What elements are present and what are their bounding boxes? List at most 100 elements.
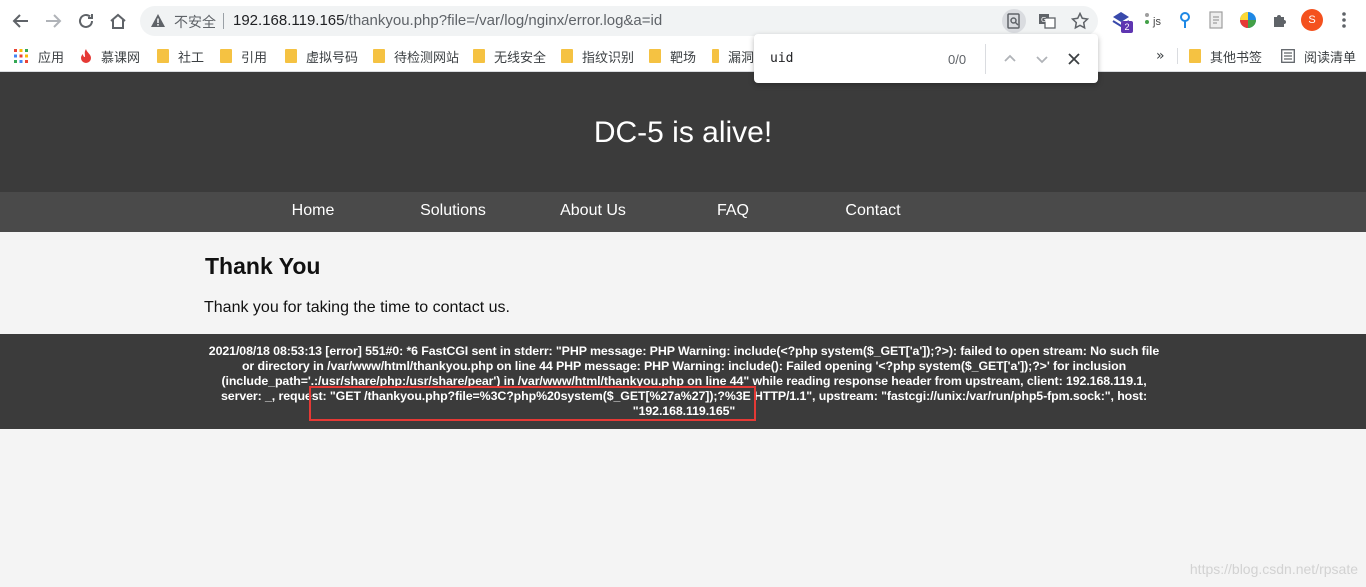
folder-icon (473, 49, 485, 63)
globe-extension-icon (1240, 12, 1256, 28)
browser-toolbar: 不安全 192.168.119.165/thankyou.php?file=/v… (0, 0, 1366, 40)
content-message: Thank you for taking the time to contact… (204, 299, 510, 316)
warning-icon (151, 14, 165, 27)
folder-icon (157, 49, 169, 63)
bookmark-label: 虚拟号码 (306, 50, 359, 66)
bookmark-folder-social[interactable]: 社工 (157, 45, 204, 67)
folder-icon (712, 49, 719, 63)
main-nav: Home Solutions About Us FAQ Contact (0, 192, 1366, 232)
svg-text:G: G (1041, 16, 1046, 24)
extension-button-1[interactable]: 2 (1110, 8, 1134, 33)
find-match-count: 0/0 (948, 52, 967, 67)
arrow-right-icon (46, 14, 62, 28)
find-input[interactable]: uid (770, 51, 793, 66)
content-heading: Thank You (205, 253, 321, 279)
translate-icon: G (1039, 14, 1056, 29)
extensions-button[interactable] (1268, 8, 1292, 32)
bookmark-folder-other[interactable]: 其他书签 (1189, 45, 1262, 67)
reading-list-icon (1281, 49, 1295, 63)
translate-button[interactable]: G (1035, 9, 1059, 33)
bookmark-folder-fingerprint[interactable]: 指纹识别 (561, 45, 634, 67)
extension-button-doc[interactable] (1204, 8, 1228, 32)
bookmark-folder-vuln[interactable]: 漏洞 (712, 45, 754, 67)
page-title: DC-5 is alive! (593, 116, 773, 149)
watermark-text: https://blog.csdn.net/rpsate (1189, 561, 1358, 577)
reload-icon (79, 13, 93, 28)
reading-list-button[interactable]: 阅读清单 (1281, 45, 1356, 67)
forward-button[interactable] (40, 8, 66, 34)
site-header: DC-5 is alive! (0, 72, 1366, 192)
bookmark-label: 应用 (38, 50, 65, 66)
chevron-up-icon (1004, 54, 1016, 62)
flame-icon (81, 49, 91, 63)
bookmarks-overflow-button[interactable]: » (1156, 45, 1165, 67)
bookmarks-bar: 应用 慕课网 社工 引用 虚拟号码 待检测网站 无线安全 指纹识别 靶场 漏洞 … (0, 40, 1366, 72)
js-extension-label: js (1153, 16, 1161, 28)
url-text[interactable]: 192.168.119.165/thankyou.php?file=/var/l… (233, 12, 662, 29)
back-button[interactable] (8, 8, 34, 34)
profile-avatar: S (1301, 9, 1323, 31)
reload-button[interactable] (73, 8, 99, 34)
insecure-label: 不安全 (174, 15, 216, 31)
document-icon (1209, 11, 1223, 29)
bookmark-label: 其他书签 (1210, 50, 1263, 66)
home-button[interactable] (105, 8, 131, 34)
folder-icon (561, 49, 573, 63)
bookmark-label: 待检测网站 (394, 50, 460, 66)
bookmark-folder-pending-sites[interactable]: 待检测网站 (373, 45, 459, 67)
nav-faq[interactable]: FAQ (663, 202, 803, 220)
star-icon (1071, 12, 1089, 30)
find-close-button[interactable] (1062, 47, 1086, 71)
profile-button[interactable]: S (1300, 8, 1324, 32)
nav-about-us[interactable]: About Us (523, 202, 663, 220)
bookmark-label: 社工 (178, 50, 205, 66)
folder-icon (649, 49, 661, 63)
bookmark-folder-range[interactable]: 靶场 (649, 45, 696, 67)
extension-badge: 2 (1121, 21, 1133, 33)
bookmark-label: 靶场 (670, 50, 697, 66)
bookmark-label: 阅读清单 (1304, 50, 1357, 66)
highlight-annotation-box (309, 386, 756, 421)
bookmark-mooc[interactable]: 慕课网 (80, 45, 140, 67)
folder-icon (285, 49, 297, 63)
dots-icon (1145, 13, 1149, 24)
apps-grid-icon (14, 49, 28, 63)
browser-menu-button[interactable] (1332, 8, 1356, 32)
bookmark-apps[interactable]: 应用 (14, 45, 64, 67)
overflow-chevron-icon: » (1156, 48, 1165, 64)
kebab-menu-icon (1342, 12, 1346, 28)
pin-icon (1180, 12, 1190, 28)
find-next-button[interactable] (1030, 47, 1054, 71)
bookmark-label: 引用 (241, 50, 268, 66)
home-icon (110, 13, 126, 29)
folder-icon (373, 49, 385, 63)
folder-icon (220, 49, 232, 63)
bookmark-folder-wireless[interactable]: 无线安全 (473, 45, 546, 67)
extension-button-pin[interactable] (1173, 8, 1197, 32)
url-path: /thankyou.php?file=/var/log/nginx/error.… (344, 12, 663, 29)
extension-button-js[interactable]: js (1142, 8, 1166, 32)
url-host: 192.168.119.165 (233, 12, 345, 29)
main-content: Thank You Thank you for taking the time … (0, 232, 1366, 334)
folder-icon (1189, 49, 1201, 63)
nav-home[interactable]: Home (243, 202, 383, 220)
bookmark-label: 慕课网 (101, 50, 141, 66)
find-bar: uid 0/0 (754, 34, 1098, 83)
puzzle-icon (1274, 15, 1286, 27)
find-in-page-button[interactable] (1002, 9, 1026, 33)
address-bar[interactable]: 不安全 192.168.119.165/thankyou.php?file=/v… (140, 6, 1098, 36)
bookmark-folder-reference[interactable]: 引用 (220, 45, 267, 67)
bookmark-folder-virtual-number[interactable]: 虚拟号码 (285, 45, 358, 67)
nav-solutions[interactable]: Solutions (383, 202, 523, 220)
bookmarks-divider (1177, 48, 1178, 64)
bookmark-label: 无线安全 (494, 50, 547, 66)
bookmark-label: 指纹识别 (582, 50, 635, 66)
find-previous-button[interactable] (998, 47, 1022, 71)
find-divider (985, 44, 986, 74)
bookmark-star-button[interactable] (1068, 9, 1092, 33)
close-icon (1068, 53, 1080, 65)
arrow-left-icon (12, 14, 28, 28)
chevron-down-icon (1036, 56, 1048, 64)
nav-contact[interactable]: Contact (803, 202, 943, 220)
extension-button-globe[interactable] (1236, 8, 1260, 32)
